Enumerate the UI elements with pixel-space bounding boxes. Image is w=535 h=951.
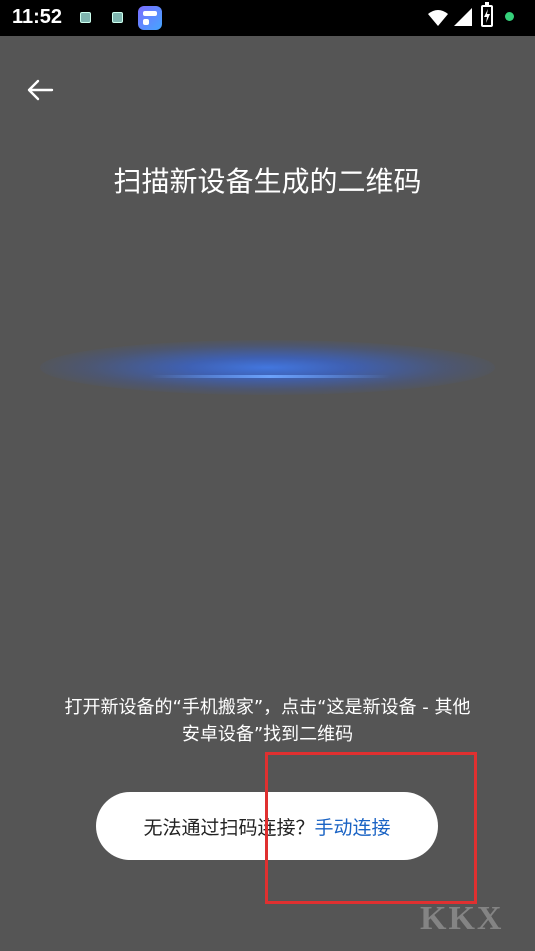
- notification-icon: [112, 12, 123, 23]
- instruction-text: 打开新设备的“手机搬家”，点击“这是新设备 - 其他 安卓设备”找到二维码: [30, 694, 505, 748]
- instruction-line: 安卓设备”找到二维码: [181, 724, 354, 745]
- instruction-line: 打开新设备的“手机搬家”，点击“这是新设备 - 其他: [64, 697, 471, 718]
- status-bar: 11:52: [0, 0, 535, 36]
- battery-charging-icon: [481, 2, 493, 27]
- status-time: 11:52: [12, 6, 63, 28]
- scan-glow: [40, 340, 495, 395]
- highlight-box: [265, 752, 477, 904]
- page-title: 扫描新设备生成的二维码: [113, 165, 422, 198]
- scan-line: [150, 375, 390, 378]
- wifi-icon: [428, 10, 448, 26]
- signal-icon: [454, 8, 472, 26]
- watermark: KKX: [420, 900, 504, 937]
- arrow-left-icon: [27, 79, 54, 101]
- app-icon: [138, 6, 162, 30]
- notification-icon: [80, 12, 91, 23]
- status-dot-icon: [505, 12, 514, 21]
- back-button[interactable]: [20, 72, 60, 108]
